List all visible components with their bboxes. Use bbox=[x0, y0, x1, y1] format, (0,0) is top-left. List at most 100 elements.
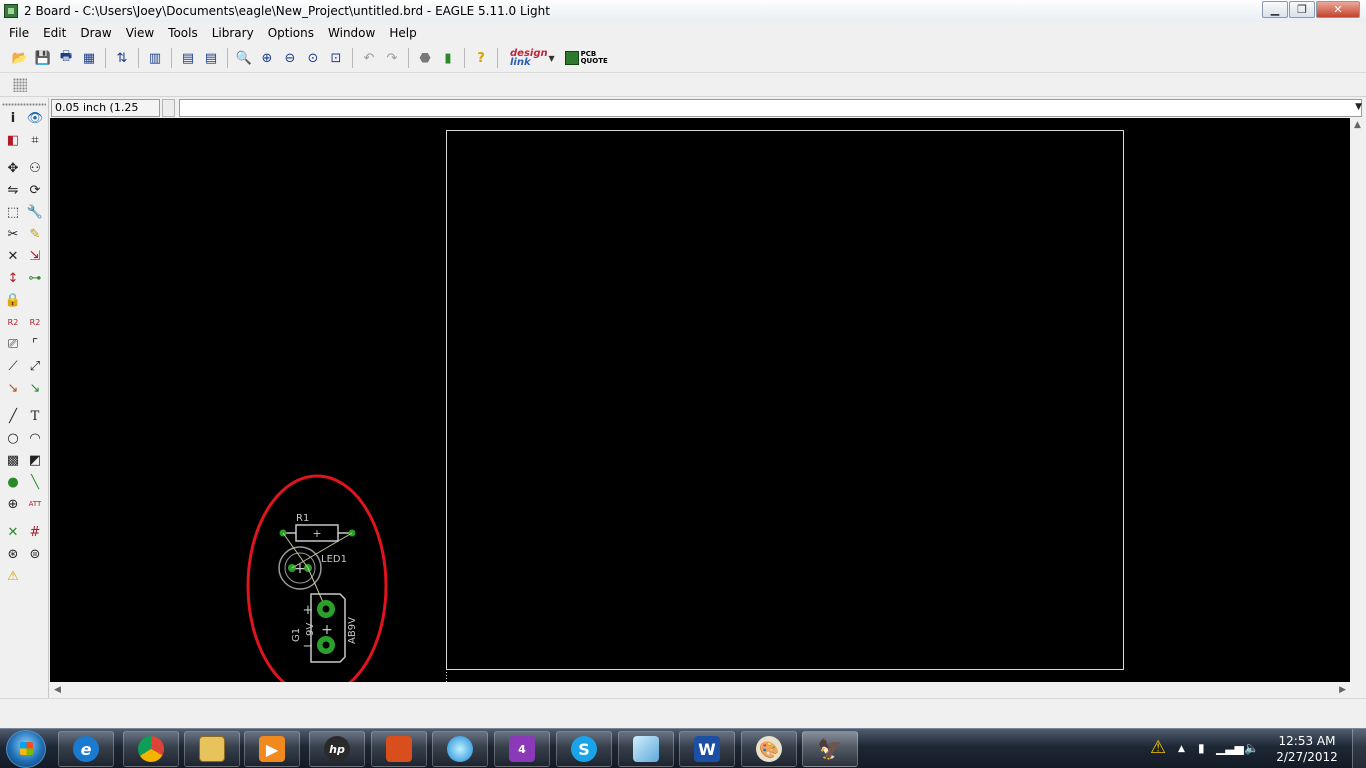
show-hidden-icons[interactable]: ▲ bbox=[1178, 744, 1185, 754]
taskbar-explorer[interactable] bbox=[184, 731, 240, 767]
arc-icon[interactable]: ◠ bbox=[26, 429, 44, 447]
open-icon[interactable]: 📂 bbox=[10, 48, 30, 68]
vertical-scrollbar[interactable]: ▲ bbox=[1350, 118, 1366, 682]
script-icon[interactable]: ▤ bbox=[178, 48, 198, 68]
zoom-fit-icon[interactable]: 🔍 bbox=[234, 48, 254, 68]
power-icon[interactable]: ▮ bbox=[1198, 741, 1205, 755]
mark-icon[interactable]: ⌗ bbox=[26, 131, 44, 149]
zoom-select-icon[interactable]: ⊡ bbox=[326, 48, 346, 68]
clock-time[interactable]: 12:53 AM bbox=[1272, 734, 1342, 748]
show-icon[interactable]: 👁 bbox=[26, 109, 44, 127]
taskbar-app-orb[interactable] bbox=[432, 731, 488, 767]
text-icon[interactable]: T bbox=[26, 407, 44, 425]
signal-icon[interactable]: ╲ bbox=[26, 473, 44, 491]
menu-library[interactable]: Library bbox=[205, 26, 261, 40]
board-canvas[interactable]: + R1 + LED1 + + − 9V G1 AB9V bbox=[50, 118, 1350, 682]
horizontal-scrollbar[interactable]: ◀ ▶ bbox=[50, 682, 1350, 698]
taskbar-paint[interactable]: 🎨 bbox=[741, 731, 797, 767]
command-line-input[interactable] bbox=[179, 99, 1362, 117]
stop-icon[interactable]: ⬣ bbox=[415, 48, 435, 68]
taskbar-eagle[interactable]: 🦅 bbox=[802, 731, 858, 767]
switch-to-schematic-icon[interactable]: ⇅ bbox=[112, 48, 132, 68]
scroll-up-icon[interactable]: ▲ bbox=[1354, 120, 1361, 130]
value-icon[interactable]: R2 bbox=[26, 313, 44, 331]
delete-icon[interactable]: ✎ bbox=[26, 225, 44, 243]
menu-window[interactable]: Window bbox=[321, 26, 382, 40]
group-icon[interactable]: ⬚ bbox=[4, 203, 22, 221]
zoom-redraw-icon[interactable]: ⊙ bbox=[303, 48, 323, 68]
auto-router-icon[interactable]: # bbox=[26, 523, 44, 541]
network-icon[interactable]: ▁▃▅ bbox=[1216, 741, 1244, 755]
undo-icon[interactable]: ↶ bbox=[359, 48, 379, 68]
taskbar-internet-explorer[interactable]: e bbox=[58, 731, 114, 767]
taskbar-hp[interactable]: hp bbox=[309, 731, 365, 767]
display-layers-icon[interactable]: ◧ bbox=[4, 131, 22, 149]
menu-view[interactable]: View bbox=[119, 26, 161, 40]
mirror-icon[interactable]: ⇋ bbox=[4, 181, 22, 199]
menu-tools[interactable]: Tools bbox=[161, 26, 205, 40]
menu-options[interactable]: Options bbox=[261, 26, 321, 40]
taskbar-chrome[interactable] bbox=[123, 731, 179, 767]
taskbar-app-glass[interactable] bbox=[618, 731, 674, 767]
cross-delete-icon[interactable]: ✕ bbox=[4, 247, 22, 265]
taskbar-app-4[interactable]: 4 bbox=[494, 731, 550, 767]
pcb-quote-button[interactable]: PCB QUOTE bbox=[564, 51, 608, 65]
library-icon[interactable]: ▥ bbox=[145, 48, 165, 68]
warning-icon[interactable]: ⚠ bbox=[4, 567, 22, 585]
palette-grip[interactable] bbox=[2, 103, 46, 106]
taskbar-media-player[interactable]: ▶ bbox=[244, 731, 300, 767]
chevron-down-icon[interactable]: ▼ bbox=[548, 48, 556, 68]
save-icon[interactable]: 💾 bbox=[33, 48, 53, 68]
polygon-icon[interactable]: ◩ bbox=[26, 451, 44, 469]
name-icon[interactable]: R2 bbox=[4, 313, 22, 331]
zoom-out-icon[interactable]: ⊖ bbox=[280, 48, 300, 68]
menu-edit[interactable]: Edit bbox=[36, 26, 73, 40]
replace-icon[interactable]: ↕ bbox=[4, 269, 22, 287]
lock-icon[interactable]: 🔒 bbox=[4, 291, 22, 309]
taskbar-word[interactable]: W bbox=[679, 731, 735, 767]
action-center-icon[interactable]: ⚠ bbox=[1150, 737, 1166, 758]
minimize-button[interactable]: ▁ bbox=[1262, 1, 1288, 18]
coordinate-button[interactable] bbox=[162, 99, 175, 117]
go-icon[interactable]: ▮ bbox=[438, 48, 458, 68]
smash-icon[interactable]: ⎚ bbox=[4, 335, 22, 353]
help-icon[interactable]: ? bbox=[471, 48, 491, 68]
print-icon[interactable]: 🖶 bbox=[56, 48, 76, 68]
change-icon[interactable]: 🔧 bbox=[26, 203, 44, 221]
board-drawing[interactable]: + R1 + LED1 + + − 9V G1 AB9V bbox=[50, 118, 1350, 682]
taskbar-app[interactable] bbox=[371, 731, 427, 767]
cam-processor-icon[interactable]: ▦ bbox=[79, 48, 99, 68]
volume-icon[interactable]: 🔈 bbox=[1244, 741, 1259, 755]
wire-icon[interactable]: ╱ bbox=[4, 407, 22, 425]
scroll-left-icon[interactable]: ◀ bbox=[54, 685, 61, 695]
clock-date[interactable]: 2/27/2012 bbox=[1272, 750, 1342, 764]
scroll-right-icon[interactable]: ▶ bbox=[1339, 685, 1346, 695]
copy-icon[interactable]: ⚇ bbox=[26, 159, 44, 177]
rect-icon[interactable]: ▩ bbox=[4, 451, 22, 469]
drc-icon[interactable]: ⊛ bbox=[4, 545, 22, 563]
menu-draw[interactable]: Draw bbox=[73, 26, 118, 40]
split-wire-icon[interactable]: ⟋ bbox=[4, 357, 22, 375]
hole-icon[interactable]: ⊕ bbox=[4, 495, 22, 513]
add-icon[interactable]: ⇲ bbox=[26, 247, 44, 265]
toolbar-grip[interactable] bbox=[13, 78, 27, 92]
start-button[interactable] bbox=[6, 730, 46, 768]
ripup-icon[interactable]: ↘ bbox=[26, 379, 44, 397]
route-icon[interactable]: ↘ bbox=[4, 379, 22, 397]
close-button[interactable]: ✕ bbox=[1316, 1, 1360, 18]
ulp-icon[interactable]: ▤ bbox=[201, 48, 221, 68]
design-link-button[interactable]: design link bbox=[510, 49, 548, 68]
taskbar-skype[interactable]: S bbox=[556, 731, 612, 767]
ratsnest-icon[interactable]: ✕ bbox=[4, 523, 22, 541]
paste-icon[interactable]: ✂ bbox=[4, 225, 22, 243]
circle-icon[interactable]: ○ bbox=[4, 429, 22, 447]
redo-icon[interactable]: ↷ bbox=[382, 48, 402, 68]
chevron-down-icon[interactable]: ▼ bbox=[1355, 102, 1362, 112]
zoom-in-icon[interactable]: ⊕ bbox=[257, 48, 277, 68]
rotate-icon[interactable]: ⟳ bbox=[26, 181, 44, 199]
menu-file[interactable]: File bbox=[2, 26, 36, 40]
attribute-icon[interactable]: ATT bbox=[26, 495, 44, 513]
via-icon[interactable]: ● bbox=[4, 473, 22, 491]
split-icon[interactable]: ⊶ bbox=[26, 269, 44, 287]
show-desktop-button[interactable] bbox=[1352, 729, 1366, 768]
